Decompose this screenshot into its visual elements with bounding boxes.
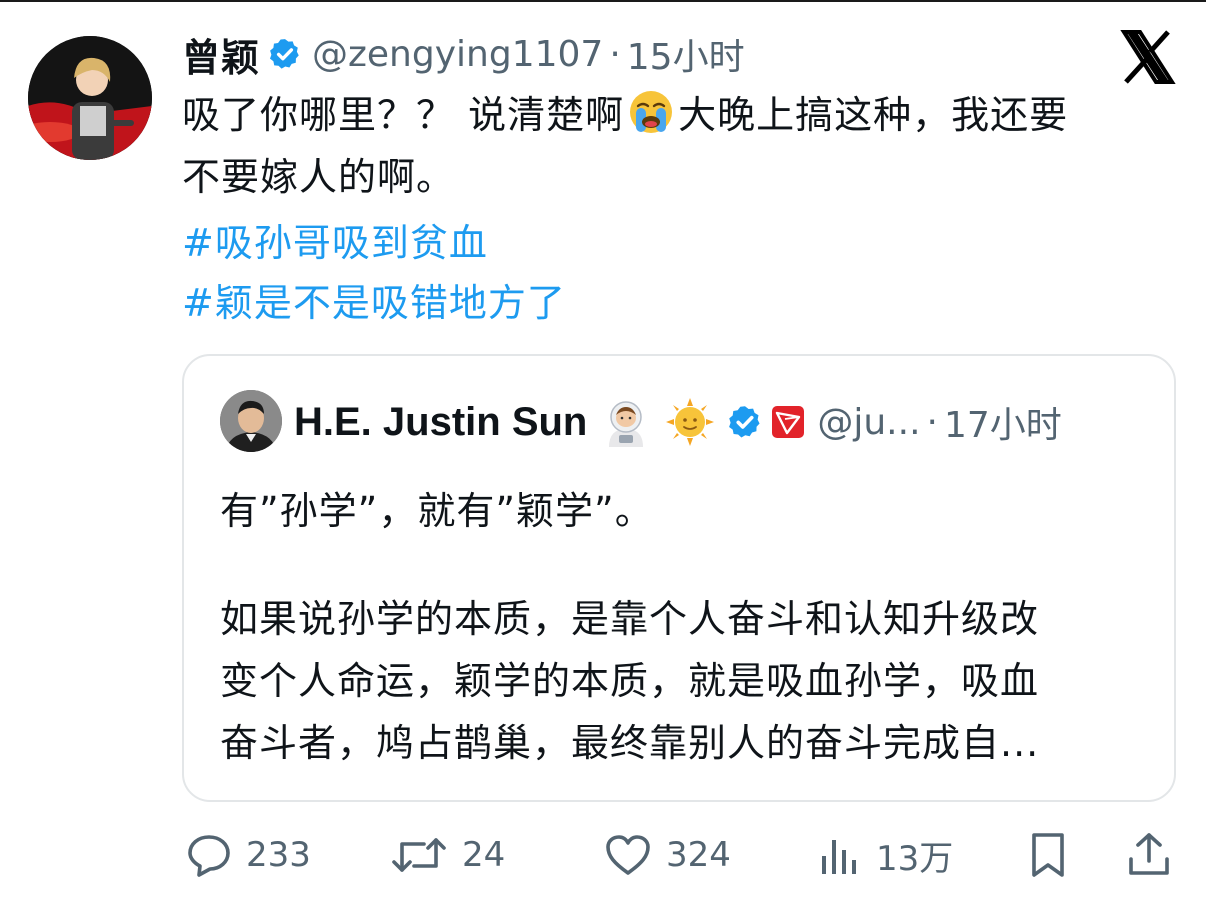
- tweet-text-part-1: 吸了你哪里？？ 说清楚啊: [182, 93, 625, 137]
- top-divider: [0, 0, 1206, 2]
- like-count: 324: [666, 835, 731, 875]
- reply-button[interactable]: 233: [186, 820, 311, 890]
- hashtag-link[interactable]: #吸孙哥吸到贫血: [182, 212, 488, 267]
- quoted-tweet-first-line: 有”孙学”，就有”颖学”。: [220, 489, 654, 533]
- author-display-name[interactable]: 曾颖: [182, 27, 260, 82]
- view-count: 13万: [876, 838, 954, 879]
- tweet-text-part-2: 大晚上搞这种，我还要: [678, 93, 1069, 137]
- quoted-author-handle[interactable]: @ju...: [817, 402, 920, 443]
- views-button[interactable]: 13万: [818, 820, 953, 890]
- quoted-body-line: 如果说孙学的本质，是靠个人奋斗和认知升级改: [220, 597, 1040, 641]
- dot-separator: ·: [926, 401, 938, 443]
- quoted-tweet-card[interactable]: H.E. Justin Sun @ju... · 17小时 有”孙学”，就有”颖…: [182, 354, 1176, 802]
- share-button[interactable]: [1126, 820, 1172, 890]
- retweet-button[interactable]: 24: [390, 820, 505, 890]
- astronaut-emoji-icon: [601, 397, 651, 447]
- sun-with-face-emoji-icon: [665, 397, 715, 447]
- author-avatar[interactable]: [28, 36, 152, 160]
- dot-separator: ·: [609, 33, 621, 75]
- bookmark-icon: [1026, 831, 1070, 879]
- x-logo-icon: [1120, 30, 1176, 84]
- tweet-text-part-3: 不要嫁人的啊。: [182, 155, 456, 199]
- reply-count: 233: [246, 835, 311, 875]
- heart-icon: [604, 832, 652, 878]
- share-upload-icon: [1126, 831, 1172, 879]
- tweet-header: 曾颖 @zengying1107 · 15小时: [182, 26, 745, 82]
- author-handle[interactable]: @zengying1107: [312, 34, 603, 75]
- bar-chart-icon: [818, 832, 862, 878]
- tron-affiliate-badge-icon: [771, 405, 805, 439]
- verified-badge-icon: [268, 37, 302, 71]
- speech-bubble-icon: [186, 832, 232, 878]
- hashtag-link[interactable]: #颖是不是吸错地方了: [182, 272, 566, 327]
- quoted-author-display-name[interactable]: H.E. Justin Sun: [294, 400, 587, 445]
- crying-face-emoji-icon: [626, 86, 676, 136]
- quoted-tweet-header: H.E. Justin Sun @ju... · 17小时: [294, 392, 1062, 452]
- quoted-author-avatar[interactable]: [220, 390, 282, 452]
- quoted-body-line: 奋斗者，鸠占鹊巢，最终靠别人的奋斗完成自...: [220, 721, 1040, 765]
- verified-badge-icon: [727, 404, 763, 440]
- retweet-count: 24: [462, 835, 506, 875]
- bookmark-button[interactable]: [1026, 820, 1070, 890]
- like-button[interactable]: 324: [604, 820, 731, 890]
- quoted-tweet-timestamp[interactable]: 17小时: [944, 396, 1062, 448]
- tweet-text: 吸了你哪里？？ 说清楚啊 大晚上搞这种，我还要 不要嫁人的啊。: [182, 84, 1172, 208]
- retweet-arrows-icon: [390, 832, 448, 878]
- quoted-body-line: 变个人命运，颖学的本质，就是吸血孙学，吸血: [220, 659, 1040, 703]
- tweet-action-bar: 233 24 324 13万: [0, 820, 1206, 890]
- quoted-tweet-body: 如果说孙学的本质，是靠个人奋斗和认知升级改 变个人命运，颖学的本质，就是吸血孙学…: [220, 588, 1150, 774]
- tweet-timestamp[interactable]: 15小时: [627, 28, 745, 80]
